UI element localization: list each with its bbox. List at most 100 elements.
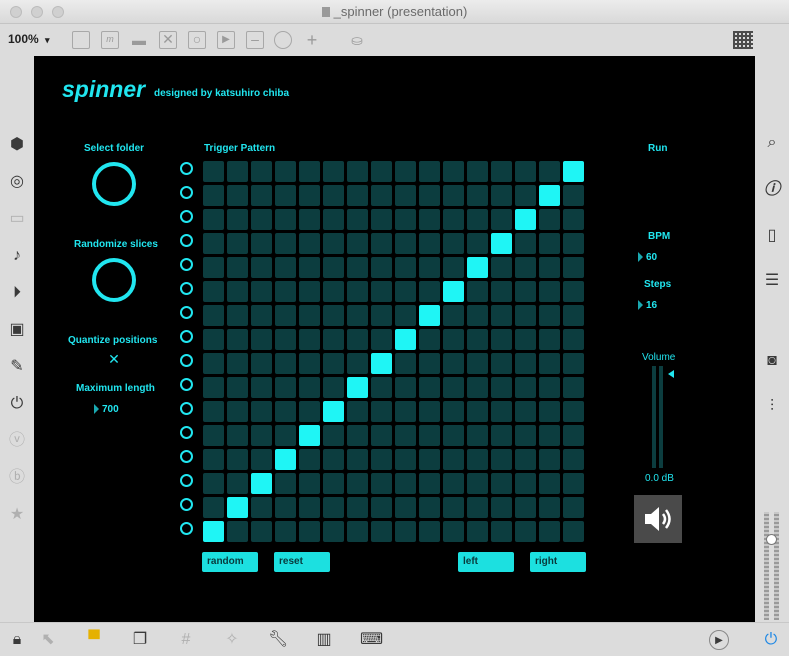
grid-cell[interactable] (563, 161, 584, 182)
grid-cell[interactable] (419, 257, 440, 278)
grid-cell[interactable] (251, 497, 272, 518)
grid-cell[interactable] (251, 257, 272, 278)
grid-cell[interactable] (371, 449, 392, 470)
row-radio-button[interactable] (180, 282, 193, 295)
grid-cell[interactable] (227, 521, 248, 542)
row-radio-button[interactable] (180, 186, 193, 199)
grid-cell[interactable] (515, 209, 536, 230)
grid-cell[interactable] (203, 521, 224, 542)
cursor-icon[interactable]: ⬉ (38, 630, 58, 650)
grid-cell[interactable] (275, 281, 296, 302)
grid-cell[interactable] (227, 281, 248, 302)
grid-cell[interactable] (347, 449, 368, 470)
grid-cell[interactable] (371, 281, 392, 302)
grid-cell[interactable] (467, 305, 488, 326)
left-button[interactable]: left (458, 552, 514, 572)
grid-cell[interactable] (203, 353, 224, 374)
grid-cell[interactable] (467, 377, 488, 398)
grid-cell[interactable] (395, 305, 416, 326)
grid-cell[interactable] (275, 161, 296, 182)
grid-cell[interactable] (299, 377, 320, 398)
grid-cell[interactable] (203, 377, 224, 398)
row-radio-button[interactable] (180, 402, 193, 415)
grid-cell[interactable] (443, 329, 464, 350)
grid-cell[interactable] (203, 329, 224, 350)
grid-cell[interactable] (395, 329, 416, 350)
grid-cell[interactable] (323, 329, 344, 350)
grid-cell[interactable] (347, 473, 368, 494)
grid-cell[interactable] (515, 353, 536, 374)
row-radio-button[interactable] (180, 450, 193, 463)
grid-cell[interactable] (491, 305, 512, 326)
row-radio-button[interactable] (180, 330, 193, 343)
grid-cell[interactable] (347, 521, 368, 542)
grid-cell[interactable] (443, 305, 464, 326)
paperclip-icon[interactable]: ✎ (6, 356, 28, 378)
grid-cell[interactable] (227, 401, 248, 422)
grid-cell[interactable] (563, 257, 584, 278)
row-radio-button[interactable] (180, 162, 193, 175)
grid-cell[interactable] (203, 425, 224, 446)
grid-cell[interactable] (275, 233, 296, 254)
grid-cell[interactable] (443, 497, 464, 518)
grid-cell[interactable] (227, 257, 248, 278)
grid-cell[interactable] (347, 353, 368, 374)
grid-cell[interactable] (275, 473, 296, 494)
grid-cell[interactable] (395, 161, 416, 182)
grid-cell[interactable] (539, 497, 560, 518)
steps-number[interactable]: 16 (638, 300, 657, 311)
grid-cell[interactable] (323, 521, 344, 542)
grid-cell[interactable] (371, 425, 392, 446)
grid-cell[interactable] (371, 185, 392, 206)
grid-cell[interactable] (275, 425, 296, 446)
sliders-icon[interactable]: ⫶ (761, 396, 783, 418)
master-volume-slider[interactable] (762, 512, 782, 620)
grid-cell[interactable] (203, 233, 224, 254)
grid-cell[interactable] (323, 377, 344, 398)
grid-cell[interactable] (347, 425, 368, 446)
grid-cell[interactable] (467, 161, 488, 182)
grid-cell[interactable] (251, 329, 272, 350)
grid-cell[interactable] (299, 329, 320, 350)
grid-cell[interactable] (515, 473, 536, 494)
grid-cell[interactable] (299, 185, 320, 206)
grid-cell[interactable] (563, 233, 584, 254)
grid-cell[interactable] (563, 521, 584, 542)
grid-cell[interactable] (323, 233, 344, 254)
image-icon[interactable]: ▣ (6, 319, 28, 341)
grid-cell[interactable] (227, 449, 248, 470)
grid-cell[interactable] (371, 401, 392, 422)
grid-cell[interactable] (251, 401, 272, 422)
camera-icon[interactable]: ◙ (761, 350, 783, 372)
grid-cell[interactable] (347, 497, 368, 518)
search-icon[interactable]: ⌕ (761, 132, 783, 154)
row-radio-button[interactable] (180, 306, 193, 319)
grid-cell[interactable] (443, 281, 464, 302)
grid-cell[interactable] (395, 521, 416, 542)
volume-slider-handle[interactable] (668, 370, 674, 378)
grid-cell[interactable] (515, 185, 536, 206)
grid-cell[interactable] (275, 329, 296, 350)
b-icon[interactable]: ⓑ (6, 467, 28, 489)
grid-cell[interactable] (539, 305, 560, 326)
grid-cell[interactable] (275, 185, 296, 206)
grid-cell[interactable] (491, 233, 512, 254)
grid-cell[interactable] (419, 233, 440, 254)
grid-cell[interactable] (203, 449, 224, 470)
info-icon[interactable]: ⓘ (761, 179, 783, 201)
grid-cell[interactable] (491, 449, 512, 470)
grid-cell[interactable] (323, 497, 344, 518)
grid-cell[interactable] (539, 233, 560, 254)
comment-icon[interactable]: ▬ (130, 31, 148, 49)
grid-cell[interactable] (419, 401, 440, 422)
grid-cell[interactable] (419, 353, 440, 374)
grid-cell[interactable] (515, 449, 536, 470)
grid-cell[interactable] (275, 353, 296, 374)
grid-cell[interactable] (347, 401, 368, 422)
grid-cell[interactable] (347, 209, 368, 230)
grid-cell[interactable] (251, 209, 272, 230)
grid-cell[interactable] (419, 185, 440, 206)
zoom-menu[interactable]: 100% ▾ (8, 32, 50, 46)
quantize-toggle[interactable]: ✕ (108, 352, 120, 366)
grid-cell[interactable] (299, 473, 320, 494)
